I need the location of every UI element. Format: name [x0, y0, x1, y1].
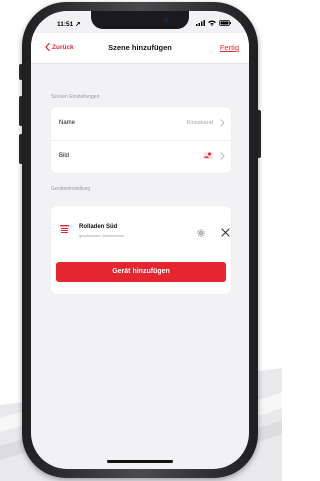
notch	[91, 11, 189, 29]
name-value: Kinoabend	[186, 120, 213, 126]
close-icon[interactable]	[221, 228, 230, 237]
home-indicator[interactable]	[107, 460, 173, 463]
battery-icon	[219, 20, 231, 26]
status-icons	[196, 20, 231, 26]
chevron-right-icon	[220, 119, 225, 127]
device-settings-header: Geräteeinstellung	[51, 186, 91, 192]
device-name: Rolladen Süd	[79, 224, 118, 230]
phone-screen: 11:51 ↗ Zurück Szene hinzufügen Fertig S…	[31, 11, 249, 469]
gear-icon[interactable]	[196, 228, 206, 238]
status-bar: 11:51 ↗	[31, 11, 249, 33]
done-button[interactable]: Fertig	[220, 43, 239, 52]
scene-settings-card: Name Kinoabend Bild	[51, 107, 231, 173]
camera-icon	[164, 17, 169, 22]
device-settings-card: Rolladen Süd geschlossen: Wohnzimmer Ger…	[51, 206, 231, 294]
wifi-icon	[208, 20, 216, 26]
shutter-icon	[60, 225, 69, 233]
name-row[interactable]: Name Kinoabend	[51, 107, 231, 141]
page-title: Szene hinzufügen	[108, 43, 172, 52]
signal-icon	[196, 20, 205, 26]
name-label: Name	[59, 120, 76, 126]
device-row[interactable]: Rolladen Süd geschlossen: Wohnzimmer	[51, 206, 231, 250]
navigation-bar: Zurück Szene hinzufügen Fertig	[31, 33, 249, 64]
status-time: 11:51 ↗	[57, 21, 81, 28]
image-label: Bild	[59, 153, 70, 159]
scene-settings-header: Szenen Einstellungen	[51, 94, 100, 100]
add-device-button[interactable]: Gerät hinzufügen	[56, 262, 226, 282]
image-row[interactable]: Bild	[51, 140, 231, 173]
chevron-right-icon	[220, 152, 225, 160]
device-status: geschlossen: Wohnzimmer	[79, 234, 125, 238]
scene-image-preview-icon	[203, 152, 213, 159]
